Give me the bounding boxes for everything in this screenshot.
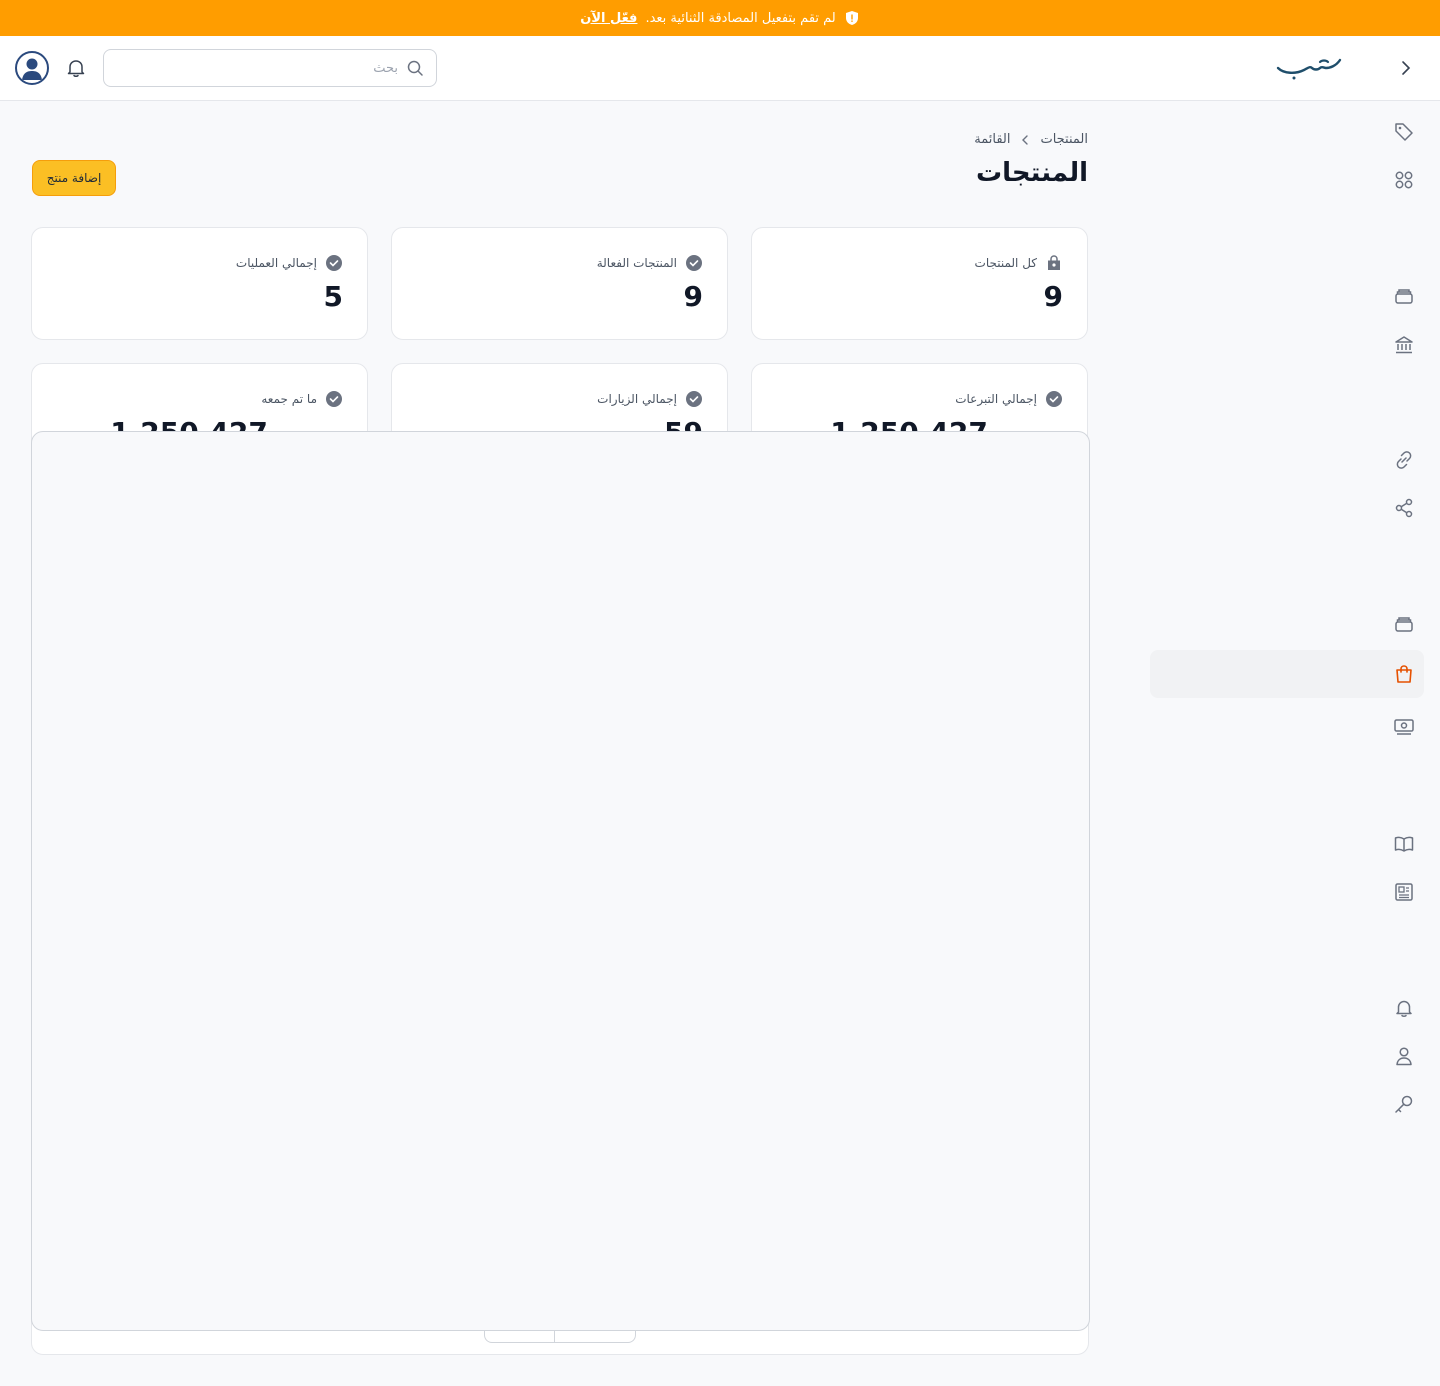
stat-card-active-products: المنتجات الفعالة 9 <box>391 227 728 340</box>
sidebar-item-bank[interactable] <box>1392 333 1416 357</box>
newspaper-icon <box>1395 883 1413 901</box>
book-icon <box>1394 836 1414 852</box>
logo[interactable] <box>1274 50 1344 82</box>
sidebar-item-stack-1[interactable] <box>1392 284 1416 308</box>
stat-label: إجمالي العمليات <box>235 256 317 270</box>
sidebar-item-dashboard[interactable] <box>1392 168 1416 192</box>
stat-label: إجمالي التبرعات <box>955 392 1037 406</box>
sidebar-item-profile[interactable] <box>1392 1044 1416 1068</box>
check-circle-icon <box>686 255 702 271</box>
sidebar <box>1150 101 1440 1386</box>
banner-message: لم تقم بتفعيل المصادقة الثنائية بعد. <box>645 10 836 26</box>
stat-label: المنتجات الفعالة <box>596 256 677 270</box>
lock-bag-icon <box>1048 255 1060 270</box>
top-header <box>0 36 1440 101</box>
chevron-right-icon <box>1402 61 1411 75</box>
stat-label: كل المنتجات <box>974 256 1037 270</box>
key-icon <box>1395 1095 1413 1113</box>
stat-label: إجمالي الزيارات <box>597 392 677 406</box>
breadcrumb-list: القائمة <box>974 132 1011 147</box>
money-icon <box>1394 719 1414 735</box>
search-icon <box>407 60 423 76</box>
stat-value: 9 <box>683 280 703 313</box>
check-circle-icon <box>326 391 342 407</box>
chevron-left-icon <box>1022 134 1029 145</box>
sidebar-active-highlight <box>1150 650 1424 698</box>
grid-icon <box>1395 171 1413 189</box>
search-box[interactable] <box>103 49 437 87</box>
user-avatar[interactable] <box>15 51 49 85</box>
sidebar-item-links[interactable] <box>1392 448 1416 472</box>
enable-2fa-link[interactable]: فعّل الآن <box>580 11 637 26</box>
sidebar-item-api-keys[interactable] <box>1392 1092 1416 1116</box>
pagination-divider <box>554 1330 555 1343</box>
stat-card-total-operations: إجمالي العمليات 5 <box>31 227 368 340</box>
share-icon <box>1395 498 1413 518</box>
stack-icon <box>1395 617 1413 632</box>
sidebar-item-products[interactable] <box>1392 662 1416 686</box>
stack-icon <box>1395 289 1413 304</box>
sidebar-item-payments[interactable] <box>1392 714 1416 738</box>
sidebar-item-news[interactable] <box>1392 880 1416 904</box>
sidebar-item-stack-2[interactable] <box>1392 612 1416 636</box>
stat-value: 9 <box>1043 280 1063 313</box>
check-circle-icon <box>1046 391 1062 407</box>
tag-icon <box>1395 123 1413 141</box>
two-factor-banner: لم تقم بتفعيل المصادقة الثنائية بعد. فعّ… <box>0 0 1440 36</box>
stat-value: 5 <box>323 280 343 313</box>
user-icon <box>1396 1047 1412 1066</box>
bank-icon <box>1395 336 1413 354</box>
breadcrumb: المنتجات القائمة <box>974 132 1088 147</box>
sidebar-item-notifications[interactable] <box>1392 996 1416 1020</box>
check-circle-icon <box>686 391 702 407</box>
shopping-bag-icon <box>1396 665 1412 683</box>
pagination[interactable] <box>484 1330 636 1343</box>
stat-card-all-products: كل المنتجات 9 <box>751 227 1088 340</box>
search-input[interactable] <box>118 60 398 76</box>
bell-icon <box>1396 1000 1412 1017</box>
shield-alert-icon <box>845 11 858 25</box>
sidebar-item-tags[interactable] <box>1392 120 1416 144</box>
sidebar-toggle-button[interactable] <box>1394 56 1418 80</box>
sidebar-item-share[interactable] <box>1392 496 1416 520</box>
link-icon <box>1396 451 1412 469</box>
content-loading-overlay <box>31 431 1090 1331</box>
breadcrumb-products[interactable]: المنتجات <box>1040 132 1088 147</box>
notifications-bell-icon[interactable] <box>64 56 88 80</box>
sidebar-item-guide[interactable] <box>1392 832 1416 856</box>
add-product-button[interactable]: إضافة منتج <box>32 160 116 196</box>
page-title: المنتجات <box>976 158 1088 188</box>
stat-label: ما تم جمعه <box>261 392 317 406</box>
user-avatar-icon <box>22 58 42 80</box>
check-circle-icon <box>326 255 342 271</box>
